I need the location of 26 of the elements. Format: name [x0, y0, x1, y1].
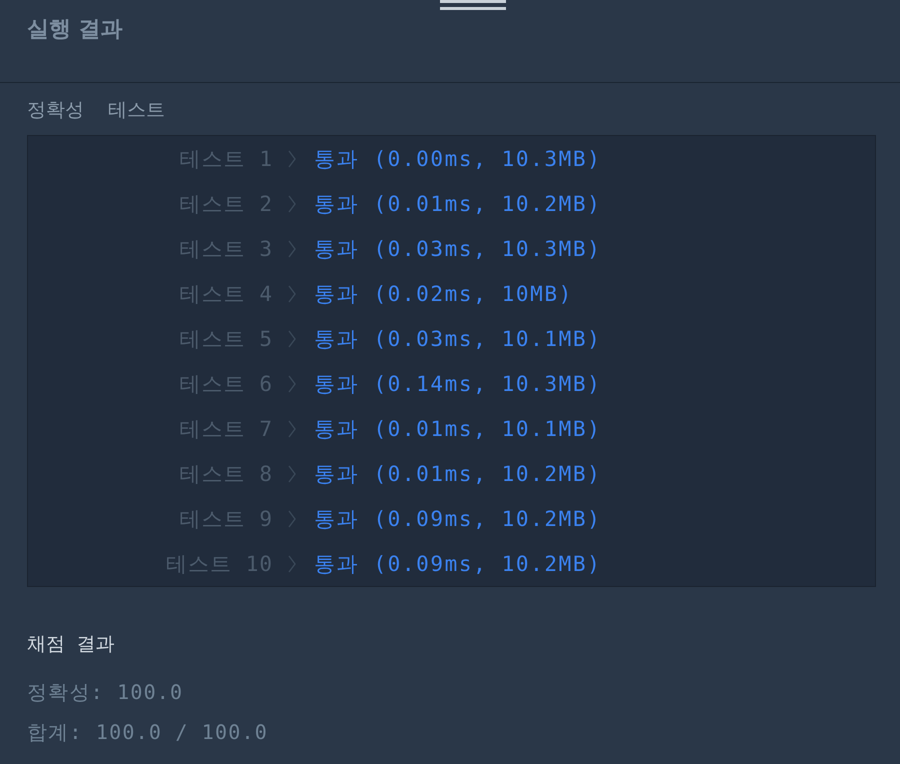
- grading-title: 채점 결과: [27, 632, 116, 657]
- score-text: 정확성: 100.0: [27, 679, 184, 705]
- chevron-icon: [288, 194, 296, 212]
- chevron-icon: [288, 464, 296, 482]
- chevron-icon: [288, 284, 296, 302]
- test-result: 통과 (0.03ms, 10.1MB): [314, 326, 602, 352]
- test-result: 통과 (0.01ms, 10.2MB): [314, 190, 602, 218]
- chevron-icon: [288, 420, 296, 438]
- chevron-icon: [288, 554, 296, 572]
- test-result: 통과 (0.03ms, 10.3MB): [314, 236, 602, 262]
- test-result: 통과 (0.01ms, 10.1MB): [314, 416, 602, 442]
- chevron-icon: [288, 330, 296, 348]
- score-text: 합계: 100.0 / 100.0: [27, 719, 270, 745]
- chevron-icon: [288, 510, 296, 528]
- chevron-icon: [288, 240, 296, 258]
- chevron-icon: [288, 150, 296, 168]
- section-title: 정확성 테스트: [27, 98, 166, 123]
- test-result: 통과 (0.09ms, 10.2MB): [314, 550, 602, 578]
- test-result: 통과 (0.14ms, 10.3MB): [314, 370, 602, 398]
- test-result: 통과 (0.02ms, 10MB): [314, 280, 573, 308]
- panel-title: 실행 결과: [27, 16, 124, 44]
- test-result: 통과 (0.09ms, 10.2MB): [314, 506, 602, 532]
- test-result: 통과 (0.00ms, 10.3MB): [314, 146, 602, 172]
- drag-handle-icon[interactable]: [440, 0, 506, 10]
- test-result: 통과 (0.01ms, 10.2MB): [314, 460, 602, 488]
- chevron-icon: [288, 374, 296, 392]
